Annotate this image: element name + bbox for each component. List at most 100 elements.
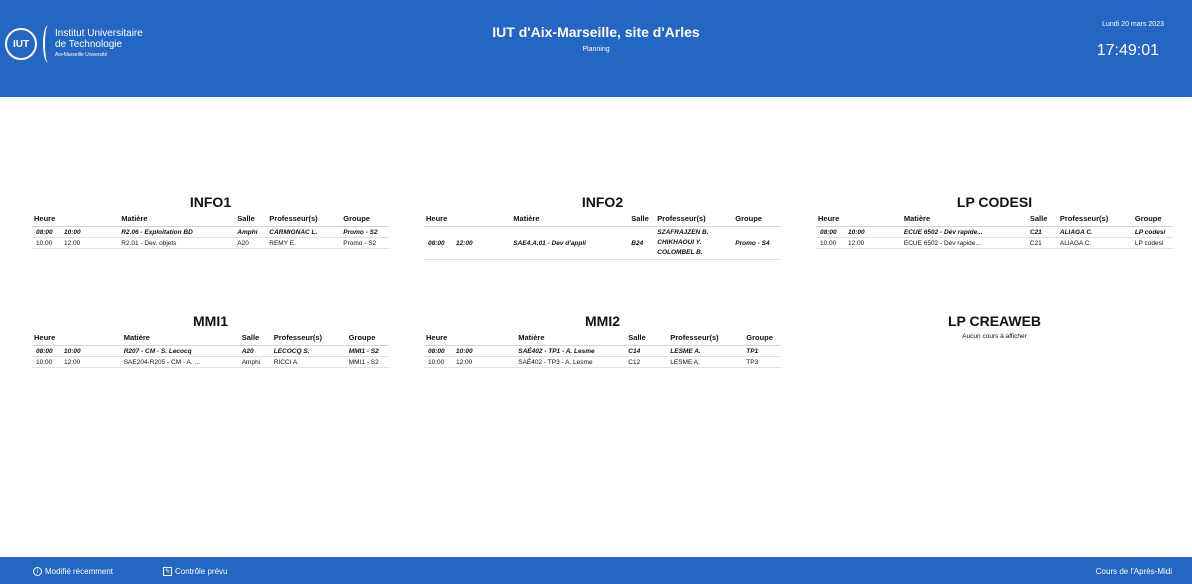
col-groupe: Groupe	[346, 333, 389, 346]
cell-salle: B24	[629, 226, 656, 260]
edit-icon: ✎	[163, 567, 172, 576]
col-salle: Salle	[1027, 214, 1058, 227]
col-groupe: Groupe	[733, 214, 781, 227]
current-time: 17:49:01	[1096, 42, 1159, 59]
table-header: Heure Matière Salle Professeur(s) Groupe	[424, 333, 781, 346]
cell-groupe: Promo - S4	[733, 226, 781, 260]
cell-start: 10:00	[424, 356, 454, 368]
col-salle: Salle	[626, 333, 669, 346]
cell-prof: LESME A.	[668, 345, 745, 357]
cell-matiere: ECUE 6502 - Dév rapide...	[901, 237, 1028, 249]
panel-title: INFO1	[189, 194, 232, 210]
table-header: Heure Matière Salle Professeur(s) Groupe	[816, 214, 1173, 227]
col-heure: Heure	[32, 214, 120, 227]
cell-matiere: SAÉ402 - TP3 - A. Lesme	[516, 356, 627, 368]
panel-title: INFO2	[581, 194, 624, 210]
cell-groupe: Promo - S2	[341, 237, 389, 249]
cell-salle: C21	[1027, 237, 1058, 249]
cell-end: 12:00	[62, 237, 120, 249]
table-row[interactable]: 10:00 12:00 R2.01 - Dev. objets A20 REMY…	[32, 237, 389, 249]
cell-groupe: MMI1 - S2	[346, 356, 389, 368]
cell-matiere: R207 - CM - S. Lecocq	[121, 345, 240, 357]
cell-groupe: LP codesi	[1132, 237, 1173, 249]
table-row[interactable]: 08:00 10:00 ECUE 6502 - Dév rapide... C2…	[816, 226, 1173, 238]
cell-salle: A20	[235, 237, 268, 249]
schedule-table: Heure Matière Salle Professeur(s) Groupe…	[424, 333, 781, 368]
period-indicator: Cours de l'Après-Midi	[1096, 567, 1172, 576]
cell-prof: REMY E.	[267, 237, 342, 249]
col-groupe: Groupe	[744, 333, 781, 346]
cell-start: 08:00	[424, 345, 454, 357]
cell-salle: C21	[1027, 226, 1058, 238]
table-row[interactable]: 10:00 12:00 SAE204-R205 - CM - A. ... Am…	[32, 356, 389, 368]
cell-salle: C14	[626, 345, 669, 357]
panel-mmi1: MMI1 Heure Matière Salle Professeur(s) G…	[32, 313, 389, 368]
table-header: Heure Matière Salle Professeur(s) Groupe	[424, 214, 781, 227]
cell-prof: ALIAGA C.	[1057, 237, 1133, 249]
cell-matiere: SAE4.A.01 - Dev d'appli	[511, 226, 630, 260]
cell-matiere: ECUE 6502 - Dév rapide...	[901, 226, 1028, 238]
panel-info2: INFO2 Heure Matière Salle Professeur(s) …	[424, 194, 781, 260]
col-matiere: Matière	[901, 214, 1028, 227]
col-groupe: Groupe	[1132, 214, 1173, 227]
col-matiere: Matière	[119, 214, 236, 227]
cell-end: 12:00	[454, 226, 512, 260]
cell-start: 08:00	[32, 345, 62, 357]
col-salle: Salle	[239, 333, 272, 346]
legend-modified: i Modifié récemment	[33, 567, 113, 576]
col-heure: Heure	[424, 333, 517, 346]
page-subtitle: Planning	[582, 46, 610, 53]
cell-prof: ALIAGA C.	[1057, 226, 1133, 238]
panel-title: MMI2	[585, 313, 620, 329]
legend-control-label: Contrôle prévu	[175, 567, 228, 576]
panel-lpcreaweb: LP CREAWEB Aucun cours à afficher	[816, 313, 1173, 340]
legend-modified-label: Modifié récemment	[45, 567, 114, 576]
info-icon: i	[33, 567, 42, 576]
schedule-table: Heure Matière Salle Professeur(s) Groupe…	[32, 333, 389, 368]
empty-message: Aucun cours à afficher	[962, 333, 1027, 340]
cell-end: 12:00	[846, 237, 902, 249]
table-row[interactable]: 08:00 10:00 SAÉ402 - TP1 - A. Lesme C14 …	[424, 345, 781, 357]
panel-title: LP CREAWEB	[947, 313, 1042, 329]
cell-matiere: SAÉ402 - TP1 - A. Lesme	[516, 345, 627, 357]
col-salle: Salle	[235, 214, 268, 227]
cell-end: 10:00	[454, 345, 517, 357]
cell-prof: LECOCQ S.	[271, 345, 347, 357]
cell-salle: Amphi	[235, 226, 268, 238]
col-heure: Heure	[424, 214, 512, 227]
table-row[interactable]: 08:00 10:00 R207 - CM - S. Lecocq A20 LE…	[32, 345, 389, 357]
cell-matiere: R2.01 - Dev. objets	[119, 237, 236, 249]
cell-start: 10:00	[32, 356, 62, 368]
schedule-table: Heure Matière Salle Professeur(s) Groupe…	[816, 214, 1173, 249]
page-title: IUT d'Aix-Marseille, site d'Arles	[492, 24, 700, 40]
cell-prof: SZAFRAJZEN B. CHIKHAOUI Y. COLOMBEL B.	[655, 226, 734, 260]
cell-prof: RICCI A.	[271, 356, 347, 368]
cell-end: 10:00	[62, 345, 122, 357]
table-row[interactable]: 10:00 12:00 ECUE 6502 - Dév rapide... C2…	[816, 237, 1173, 249]
cell-start: 08:00	[816, 226, 846, 238]
table-row[interactable]: 08:00 10:00 R2.06 - Exploitation BD Amph…	[32, 226, 389, 238]
cell-start: 08:00	[32, 226, 62, 238]
col-prof: Professeur(s)	[271, 333, 347, 346]
footer-bar: i Modifié récemment ✎ Contrôle prévu Cou…	[0, 557, 1192, 584]
cell-end: 12:00	[454, 356, 517, 368]
table-header: Heure Matière Salle Professeur(s) Groupe	[32, 214, 389, 227]
cell-salle: Amphi	[239, 356, 272, 368]
col-salle: Salle	[629, 214, 656, 227]
current-date: Lundi 20 mars 2023	[1102, 21, 1164, 28]
table-row[interactable]: 10:00 12:00 SAÉ402 - TP3 - A. Lesme C12 …	[424, 356, 781, 368]
cell-end: 10:00	[62, 226, 120, 238]
col-groupe: Groupe	[341, 214, 389, 227]
table-row[interactable]: 08:00 12:00 SAE4.A.01 - Dev d'appli B24 …	[424, 226, 781, 260]
prof-name: CHIKHAOUI Y.	[657, 239, 702, 246]
col-prof: Professeur(s)	[655, 214, 734, 227]
cell-groupe: MMI1 - S2	[346, 345, 389, 357]
panel-lpcodesi: LP CODESI Heure Matière Salle Professeur…	[816, 194, 1173, 249]
cell-prof: LESME A.	[668, 356, 745, 368]
cell-start: 10:00	[816, 237, 846, 249]
schedule-table: Heure Matière Salle Professeur(s) Groupe…	[32, 214, 389, 249]
cell-end: 12:00	[62, 356, 122, 368]
col-matiere: Matière	[516, 333, 627, 346]
col-heure: Heure	[816, 214, 902, 227]
cell-matiere: SAE204-R205 - CM - A. ...	[121, 356, 240, 368]
